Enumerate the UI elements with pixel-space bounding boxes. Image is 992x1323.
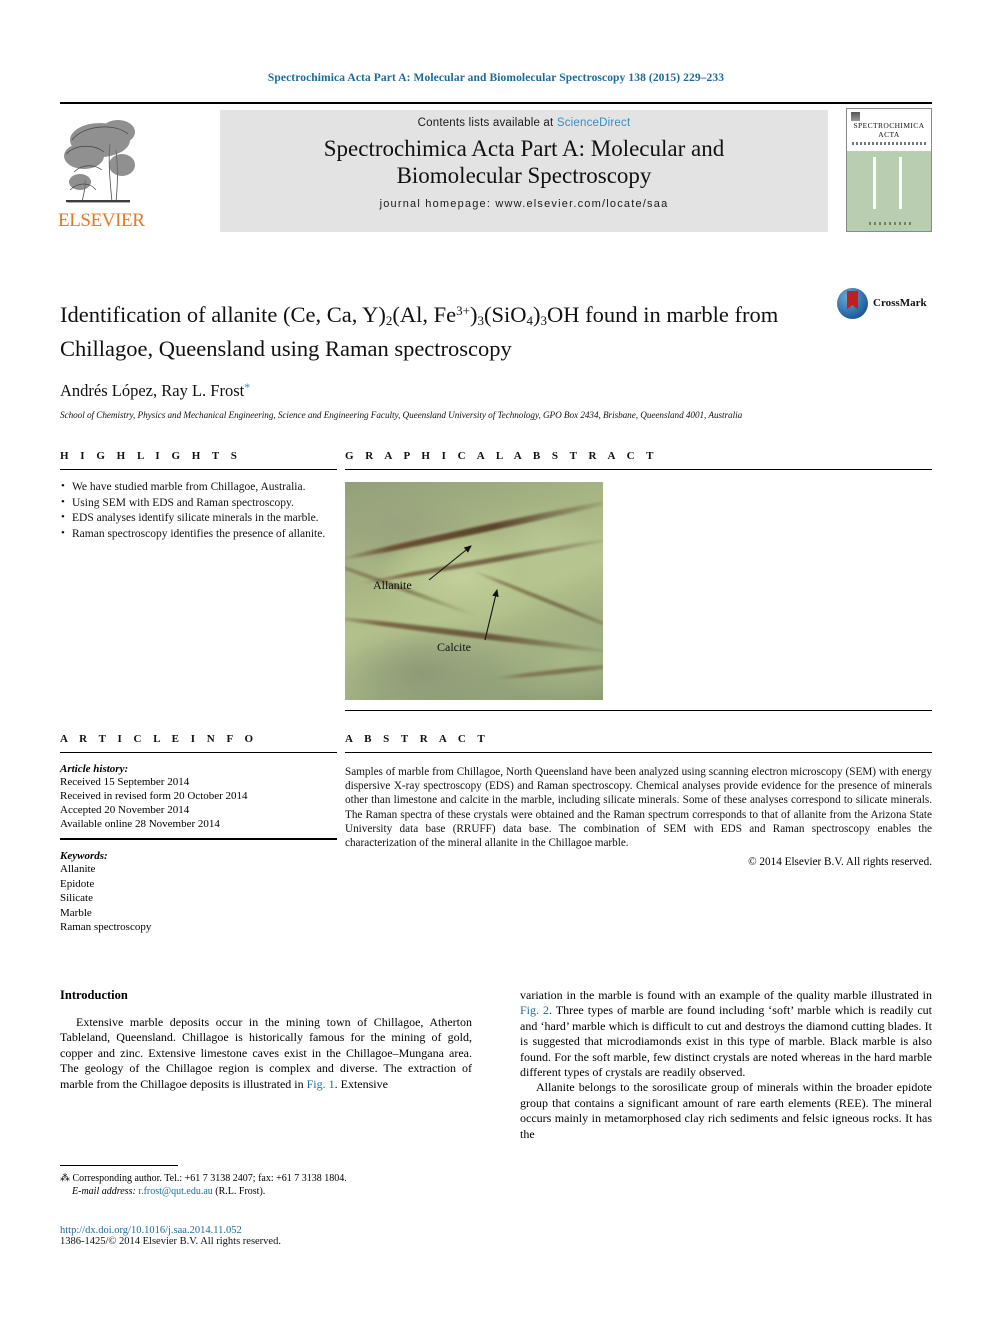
allanite-paragraph: Allanite belongs to the sorosilicate gro… <box>520 1080 932 1141</box>
graphical-abstract-rule <box>345 469 932 470</box>
journal-cover-thumbnail: SPECTROCHIMICA ACTA <box>846 108 932 232</box>
highlights-section: H I G H L I G H T S We have studied marb… <box>60 450 337 542</box>
email-owner: (R.L. Frost). <box>215 1186 266 1197</box>
highlights-list: We have studied marble from Chillagoe, A… <box>60 479 337 542</box>
crossmark-icon <box>837 287 868 319</box>
graphical-abstract-bottom-rule <box>345 710 932 711</box>
graphical-abstract-section: G R A P H I C A L A B S T R A C T Allani… <box>345 450 932 711</box>
contents-prefix: Contents lists available at <box>417 117 557 129</box>
corresponding-author-marker: * <box>244 380 251 395</box>
article-history-item: Received 15 September 2014 <box>60 776 190 788</box>
email-label: E-mail address: <box>72 1186 136 1197</box>
title-seg-2: (Al, Fe <box>392 302 457 328</box>
running-head: Spectrochimica Acta Part A: Molecular an… <box>267 72 725 84</box>
annotation-label-allanite: Allanite <box>373 578 412 592</box>
journal-title-line2: Biomolecular Spectroscopy <box>396 163 652 188</box>
graphical-abstract-heading: G R A P H I C A L A B S T R A C T <box>345 450 658 462</box>
title-seg-4: (SiO <box>484 302 527 328</box>
cover-bar-left <box>873 157 876 209</box>
intro-paragraph-right-continued: variation in the marble is found with an… <box>520 988 932 1080</box>
abstract-section: A B S T R A C T Samples of marble from C… <box>345 733 932 868</box>
annotation-label-calcite: Calcite <box>437 640 471 654</box>
abstract-body: Samples of marble from Chillagoe, North … <box>345 766 932 850</box>
crossmark-badge[interactable]: CrossMark <box>837 286 932 320</box>
keyword-item: Allanite <box>60 863 96 875</box>
journal-title: Spectrochimica Acta Part A: Molecular an… <box>324 135 724 189</box>
intro-text-a: Extensive marble deposits occur in the m… <box>60 1015 472 1091</box>
intro-right-text-a: variation in the marble is found with an… <box>520 988 932 1002</box>
list-item: EDS analyses identify silicate minerals … <box>60 510 337 526</box>
email-note: E-mail address: r.frost@qut.edu.au (R.L.… <box>60 1185 472 1198</box>
article-info-rule <box>60 752 337 753</box>
contents-lists-line: Contents lists available at ScienceDirec… <box>418 117 631 129</box>
article-history-item: Accepted 20 November 2014 <box>60 804 190 816</box>
author-names: Andrés López, Ray L. Frost <box>60 381 245 401</box>
footnote-block: ⁂ Corresponding author. Tel.: +61 7 3138… <box>60 1165 472 1198</box>
title-seg-1: Identification of allanite (Ce, Ca, Y) <box>60 302 386 328</box>
article-history-item: Available online 28 November 2014 <box>60 818 220 830</box>
keywords-label: Keywords: <box>60 850 108 862</box>
corresponding-author-note: ⁂ Corresponding author. Tel.: +61 7 3138… <box>60 1173 347 1184</box>
figure-link-fig2[interactable]: Fig. 2 <box>520 1003 549 1017</box>
footnote-rule <box>60 1165 178 1166</box>
cover-artwork <box>847 151 931 231</box>
corresponding-author-text: Corresponding author. Tel.: +61 7 3138 2… <box>72 1173 347 1184</box>
email-link[interactable]: r.frost@qut.edu.au <box>138 1186 212 1197</box>
abstract-rule <box>345 752 932 753</box>
cover-subtitle-rule <box>852 142 926 145</box>
graphical-abstract-image: Allanite Calcite <box>345 482 603 700</box>
doi-link[interactable]: http://dx.doi.org/10.1016/j.saa.2014.11.… <box>60 1225 472 1236</box>
body-column-right: variation in the marble is found with an… <box>520 988 932 1142</box>
page-footer: http://dx.doi.org/10.1016/j.saa.2014.11.… <box>60 1225 472 1247</box>
elsevier-logo: ELSEVIER <box>58 110 146 234</box>
abstract-heading: A B S T R A C T <box>345 733 490 745</box>
journal-homepage-link[interactable]: journal homepage: www.elsevier.com/locat… <box>380 198 669 210</box>
keyword-item: Marble <box>60 906 92 919</box>
intro-paragraph-left: Extensive marble deposits occur in the m… <box>60 1015 472 1092</box>
title-seg-5: ) <box>533 302 541 328</box>
cover-footer-dots <box>869 222 911 225</box>
author-list: Andrés López, Ray L. Frost* <box>60 380 932 401</box>
highlights-rule <box>60 469 337 470</box>
title-sup-1: 3+ <box>456 303 471 319</box>
crossmark-ribbon-icon <box>847 290 858 310</box>
sciencedirect-link[interactable]: ScienceDirect <box>557 117 631 129</box>
journal-title-line1: Spectrochimica Acta Part A: Molecular an… <box>323 136 725 161</box>
list-item: We have studied marble from Chillagoe, A… <box>60 479 337 495</box>
section-heading-introduction: Introduction <box>60 988 128 1002</box>
list-item: Using SEM with EDS and Raman spectroscop… <box>60 495 337 511</box>
journal-masthead: ELSEVIER Contents lists available at Sci… <box>58 102 932 234</box>
cover-bar-right <box>899 157 902 209</box>
body-column-left: Introduction Extensive marble deposits o… <box>60 988 472 1092</box>
keyword-item: Epidote <box>60 877 95 890</box>
keyword-item: Silicate <box>60 892 93 904</box>
article-history-label: Article history: <box>60 763 129 775</box>
crossmark-label: CrossMark <box>873 297 927 309</box>
intro-text-b: . Extensive <box>334 1076 388 1091</box>
keywords-rule <box>60 838 337 840</box>
abstract-copyright: © 2014 Elsevier B.V. All rights reserved… <box>748 856 932 869</box>
highlights-heading: H I G H L I G H T S <box>60 450 242 462</box>
title-seg-3: ) <box>470 302 478 328</box>
cover-publisher-icon <box>851 112 860 121</box>
elsevier-tree-icon <box>60 110 138 208</box>
article-history-item: Received in revised form 20 October 2014 <box>60 790 248 802</box>
journal-banner: Contents lists available at ScienceDirec… <box>220 110 828 232</box>
figure-link-fig1[interactable]: Fig. 1 <box>307 1077 335 1091</box>
title-block: CrossMark Identification of allanite (Ce… <box>60 282 932 420</box>
article-info-heading: A R T I C L E I N F O <box>60 733 258 745</box>
elsevier-wordmark: ELSEVIER <box>58 210 145 231</box>
cover-title-line1: SPECTROCHIMICA <box>853 121 925 130</box>
cover-header: SPECTROCHIMICA ACTA <box>847 109 931 151</box>
article-page: Spectrochimica Acta Part A: Molecular an… <box>0 0 992 1323</box>
page-title: Identification of allanite (Ce, Ca, Y)2(… <box>60 297 840 363</box>
intro-right-text-b: . Three types of marble are found includ… <box>520 1003 932 1080</box>
list-item: Raman spectroscopy identifies the presen… <box>60 526 337 542</box>
issn-copyright: 1386-1425/© 2014 Elsevier B.V. All right… <box>60 1236 281 1247</box>
cover-title-line2: ACTA <box>878 130 900 139</box>
article-info-section: A R T I C L E I N F O Article history: R… <box>60 733 337 935</box>
keyword-item: Raman spectroscopy <box>60 921 152 933</box>
affiliation: School of Chemistry, Physics and Mechani… <box>60 410 743 421</box>
